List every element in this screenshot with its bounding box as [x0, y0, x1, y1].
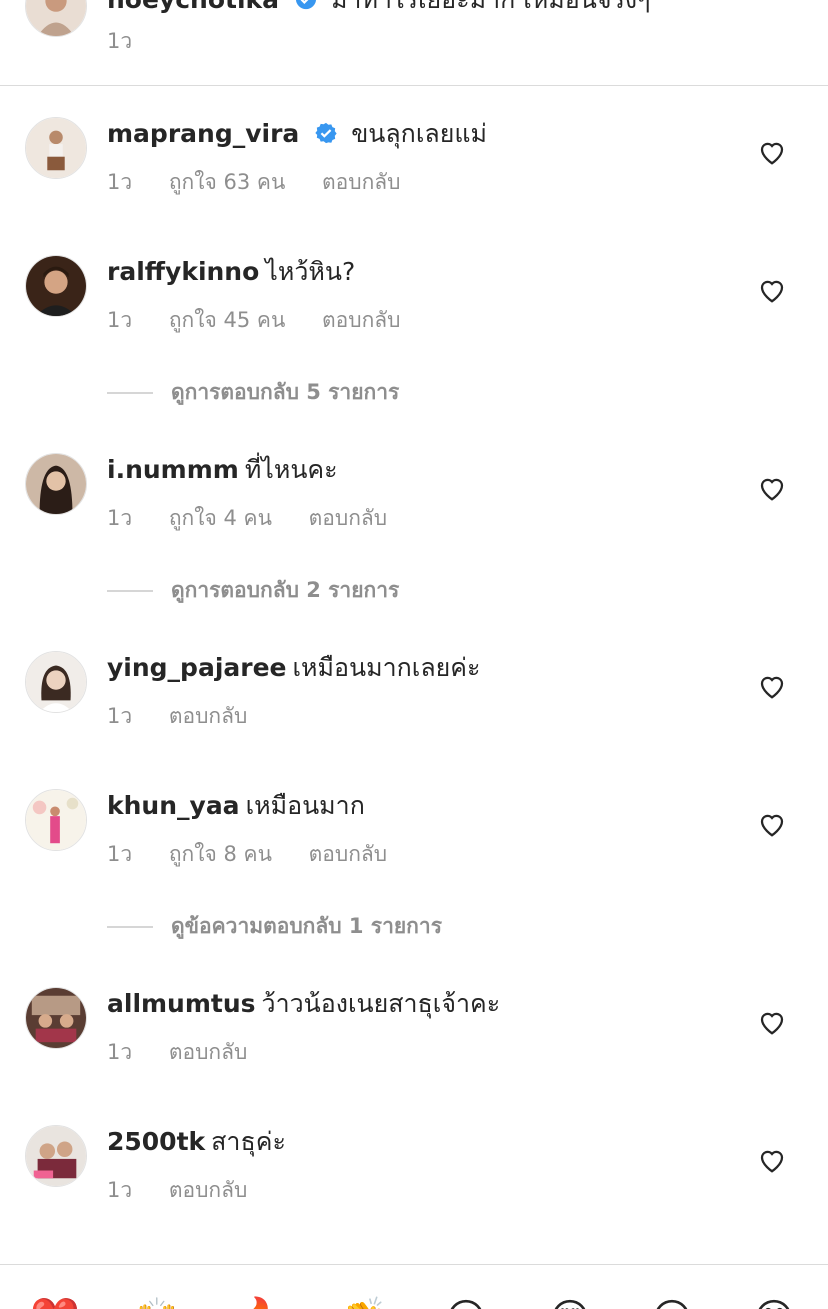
comment-text: ว้าวน้องเนยสาธุเจ้าคะ [261, 989, 501, 1018]
reply-button[interactable]: ตอบกลับ [169, 1175, 248, 1205]
comment-likes[interactable]: ถูกใจ 4 คน [169, 503, 272, 533]
view-replies-button[interactable]: ดูการตอบกลับ 2 รายการ [107, 575, 827, 605]
view-replies-button[interactable]: ดูการตอบกลับ 5 รายการ [107, 377, 827, 407]
reply-button[interactable]: ตอบกลับ [169, 1037, 248, 1067]
comment-time: 1ว [107, 704, 133, 728]
view-replies-label[interactable]: ดูการตอบกลับ 2 รายการ [171, 575, 399, 605]
comment-username[interactable]: khun_yaa [107, 791, 240, 820]
reply-button[interactable]: ตอบกลับ [309, 839, 388, 869]
comment-text: เหมือนมากเลยค่ะ [292, 653, 481, 682]
verified-badge-icon [315, 122, 337, 144]
comment-text: เหมือนมาก [245, 791, 365, 820]
avatar[interactable] [25, 987, 87, 1049]
comment-username[interactable]: 2500tk [107, 1127, 205, 1156]
comment-time: 1ว [107, 29, 133, 53]
replies-line [107, 926, 153, 928]
emoji-laughing-icon[interactable]: 😂 [750, 1295, 798, 1309]
emoji-clap-icon[interactable]: 👏 [338, 1295, 388, 1309]
comment-time: 1ว [107, 170, 133, 194]
verified-badge-icon [295, 0, 317, 10]
avatar[interactable] [25, 651, 87, 713]
reply-button[interactable]: ตอบกลับ [322, 305, 401, 335]
reply-button[interactable]: ตอบกลับ [322, 167, 401, 197]
heart-icon[interactable] [757, 809, 787, 839]
comment-time: 1ว [107, 1040, 133, 1064]
avatar[interactable] [25, 255, 87, 317]
view-replies-label[interactable]: ดูข้อความตอบกลับ 1 รายการ [171, 911, 442, 941]
heart-icon[interactable] [757, 1145, 787, 1175]
avatar[interactable] [25, 1125, 87, 1187]
emoji-crying-icon[interactable]: 😢 [442, 1295, 490, 1309]
emoji-surprised-icon[interactable]: 😮 [648, 1295, 696, 1309]
comment-text: สาธุค่ะ [211, 1127, 286, 1156]
comment-time: 1ว [107, 506, 133, 530]
comment-time: 1ว [107, 1178, 133, 1202]
comment-username[interactable]: maprang_vira [107, 119, 299, 148]
comment-time: 1ว [107, 842, 133, 866]
comment-username[interactable]: ying_pajaree [107, 653, 287, 682]
avatar[interactable] [25, 117, 87, 179]
comment-text: มาทำไรเยอะมาก เหมือนจริงๆ [331, 0, 651, 14]
view-replies-label[interactable]: ดูการตอบกลับ 5 รายการ [171, 377, 399, 407]
view-replies-button[interactable]: ดูข้อความตอบกลับ 1 รายการ [107, 911, 827, 941]
heart-icon[interactable] [757, 1007, 787, 1037]
avatar[interactable] [25, 789, 87, 851]
comment-username[interactable]: i.nummm [107, 455, 239, 484]
emoji-raised-hands-icon[interactable]: 🙌 [132, 1295, 182, 1309]
divider [0, 85, 828, 86]
reply-button[interactable]: ตอบกลับ [169, 701, 248, 731]
heart-icon[interactable] [757, 275, 787, 305]
replies-line [107, 590, 153, 592]
comment-text: ขนลุกเลยแม่ [351, 119, 487, 148]
avatar[interactable] [25, 0, 87, 37]
emoji-reaction-bar: ❤️ 🙌 🔥 👏 😢 😍 😮 😂 [0, 1264, 828, 1309]
comment-likes[interactable]: ถูกใจ 8 คน [169, 839, 272, 869]
emoji-heart-eyes-icon[interactable]: 😍 [546, 1295, 594, 1309]
comment-username[interactable]: allmumtus [107, 989, 256, 1018]
emoji-fire-icon[interactable]: 🔥 [234, 1295, 284, 1309]
emoji-heart-icon[interactable]: ❤️ [30, 1295, 80, 1309]
heart-icon[interactable] [757, 671, 787, 701]
heart-icon[interactable] [757, 137, 787, 167]
replies-line [107, 392, 153, 394]
avatar[interactable] [25, 453, 87, 515]
reply-button[interactable]: ตอบกลับ [309, 503, 388, 533]
comment-username[interactable]: ralffykinno [107, 257, 259, 286]
comment-text: ที่ไหนคะ [244, 455, 338, 484]
heart-icon[interactable] [757, 473, 787, 503]
comment-time: 1ว [107, 308, 133, 332]
comment-text: ไหว้หิน? [265, 257, 356, 286]
comment-likes[interactable]: ถูกใจ 63 คน [169, 167, 285, 197]
comment-likes[interactable]: ถูกใจ 45 คน [169, 305, 285, 335]
comment-username[interactable]: noeychotika [107, 0, 279, 14]
